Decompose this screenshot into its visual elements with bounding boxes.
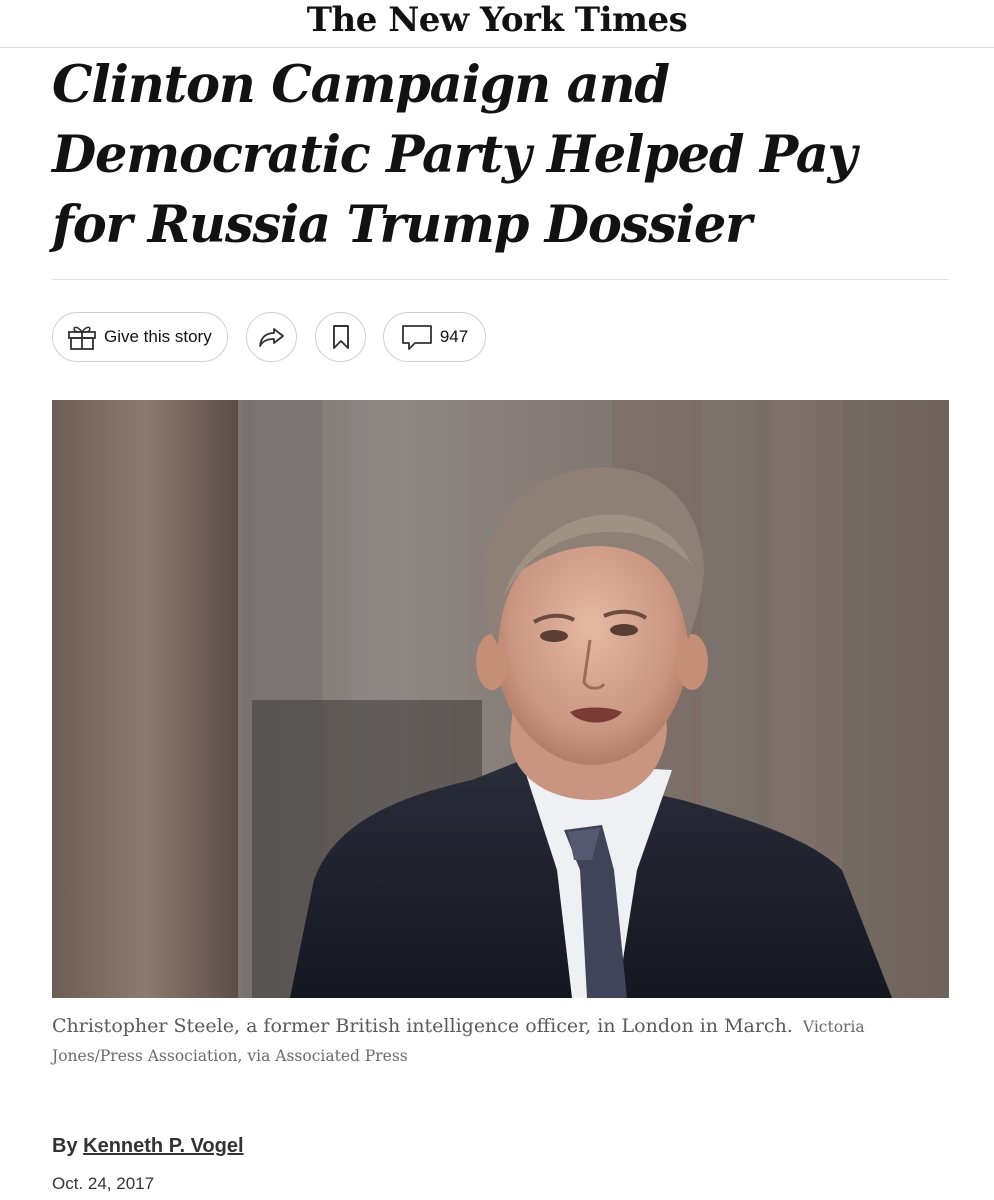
byline-prefix: By	[52, 1135, 78, 1157]
give-story-label: Give this story	[104, 327, 212, 346]
comments-button[interactable]: 947	[383, 312, 486, 362]
photo-caption: Christopher Steele, a former British int…	[52, 1012, 932, 1070]
caption-text: Christopher Steele, a former British int…	[52, 1015, 793, 1037]
bookmark-icon	[331, 324, 351, 350]
comment-icon	[401, 323, 433, 351]
author-link[interactable]: Kenneth P. Vogel	[83, 1135, 243, 1157]
article-headline: Clinton Campaign and Democratic Party He…	[52, 55, 857, 255]
masthead: The New York Times	[0, 0, 994, 48]
gift-icon	[67, 323, 97, 351]
save-button[interactable]	[315, 312, 366, 362]
headline-divider	[52, 279, 949, 280]
comment-count: 947	[439, 327, 469, 346]
byline: By Kenneth P. Vogel	[52, 1135, 244, 1158]
share-button[interactable]	[246, 312, 297, 362]
lead-photo[interactable]	[52, 400, 949, 998]
lead-photo-illustration	[52, 400, 949, 998]
give-story-button[interactable]: Give this story	[52, 312, 228, 362]
share-icon	[258, 325, 286, 349]
publish-date: Oct. 24, 2017	[52, 1174, 155, 1193]
nyt-logo[interactable]: The New York Times	[307, 0, 688, 40]
